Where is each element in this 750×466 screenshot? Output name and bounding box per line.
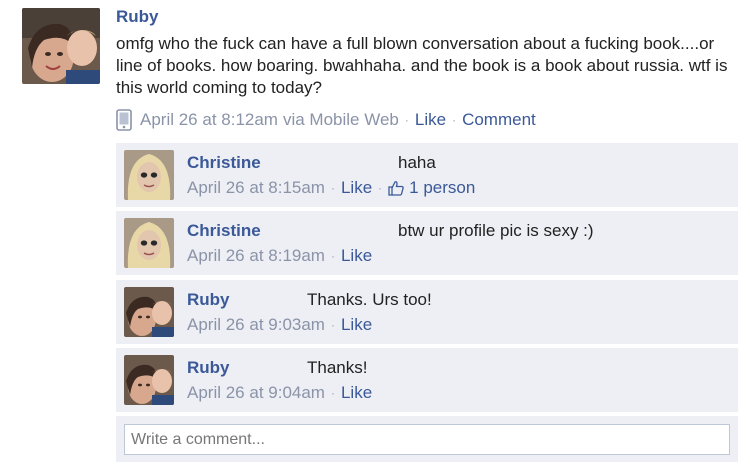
comment-author[interactable]: Ruby [187, 290, 230, 310]
post-via: via Mobile Web [282, 110, 399, 129]
comment-item: Christine btw ur profile pic is sexy :) … [116, 211, 738, 275]
post-meta: April 26 at 8:12am via Mobile Web · Like… [116, 109, 536, 131]
commenter-avatar[interactable] [124, 218, 174, 268]
comment-timestamp[interactable]: April 26 at 8:19am [187, 246, 325, 266]
comment-composer [116, 416, 738, 462]
comment-text: Thanks. Urs too! [307, 290, 432, 309]
post-like-link[interactable]: Like [415, 110, 446, 130]
separator-dot: · [404, 113, 409, 127]
comment-meta: April 26 at 8:15am · Like · 1 person [187, 178, 475, 198]
post-comment-link[interactable]: Comment [462, 110, 536, 130]
separator-dot: · [330, 318, 335, 332]
comment-meta: April 26 at 9:04am · Like [187, 383, 372, 403]
comment-text: Thanks! [307, 358, 368, 377]
commenter-avatar[interactable] [124, 150, 174, 200]
comment-timestamp[interactable]: April 26 at 8:15am [187, 178, 325, 198]
comment-meta: April 26 at 9:03am · Like [187, 315, 372, 335]
comment-author[interactable]: Ruby [187, 358, 230, 378]
comment-likes-count[interactable]: 1 person [409, 178, 475, 198]
thumbs-up-icon [388, 181, 404, 196]
comment-like-link[interactable]: Like [341, 246, 372, 266]
post-author-avatar[interactable] [22, 8, 100, 84]
comment-like-link[interactable]: Like [341, 383, 372, 403]
mobile-phone-icon [116, 109, 132, 131]
separator-dot: · [378, 181, 383, 195]
comment-text: btw ur profile pic is sexy :) [398, 221, 594, 240]
comment-text: haha [398, 153, 436, 172]
post-text: omfg who the fuck can have a full blown … [116, 34, 728, 97]
comment-item: Ruby Thanks! April 26 at 9:04am · Like [116, 348, 738, 412]
comment-like-link[interactable]: Like [341, 178, 372, 198]
comment-timestamp[interactable]: April 26 at 9:03am [187, 315, 325, 335]
commenter-avatar[interactable] [124, 287, 174, 337]
separator-dot: · [330, 181, 335, 195]
commenter-avatar[interactable] [124, 355, 174, 405]
separator-dot: · [330, 386, 335, 400]
separator-dot: · [330, 249, 335, 263]
comment-meta: April 26 at 8:19am · Like [187, 246, 372, 266]
comment-item: Christine haha April 26 at 8:15am · Like… [116, 143, 738, 207]
comment-timestamp[interactable]: April 26 at 9:04am [187, 383, 325, 403]
separator-dot: · [452, 113, 457, 127]
post-author-name[interactable]: Ruby [116, 7, 159, 27]
post-timestamp[interactable]: April 26 at 8:12am [140, 110, 278, 130]
comment-author[interactable]: Christine [187, 153, 261, 173]
comment-author[interactable]: Christine [187, 221, 261, 241]
write-comment-input[interactable] [124, 424, 730, 455]
comment-item: Ruby Thanks. Urs too! April 26 at 9:03am… [116, 280, 738, 344]
comment-like-link[interactable]: Like [341, 315, 372, 335]
